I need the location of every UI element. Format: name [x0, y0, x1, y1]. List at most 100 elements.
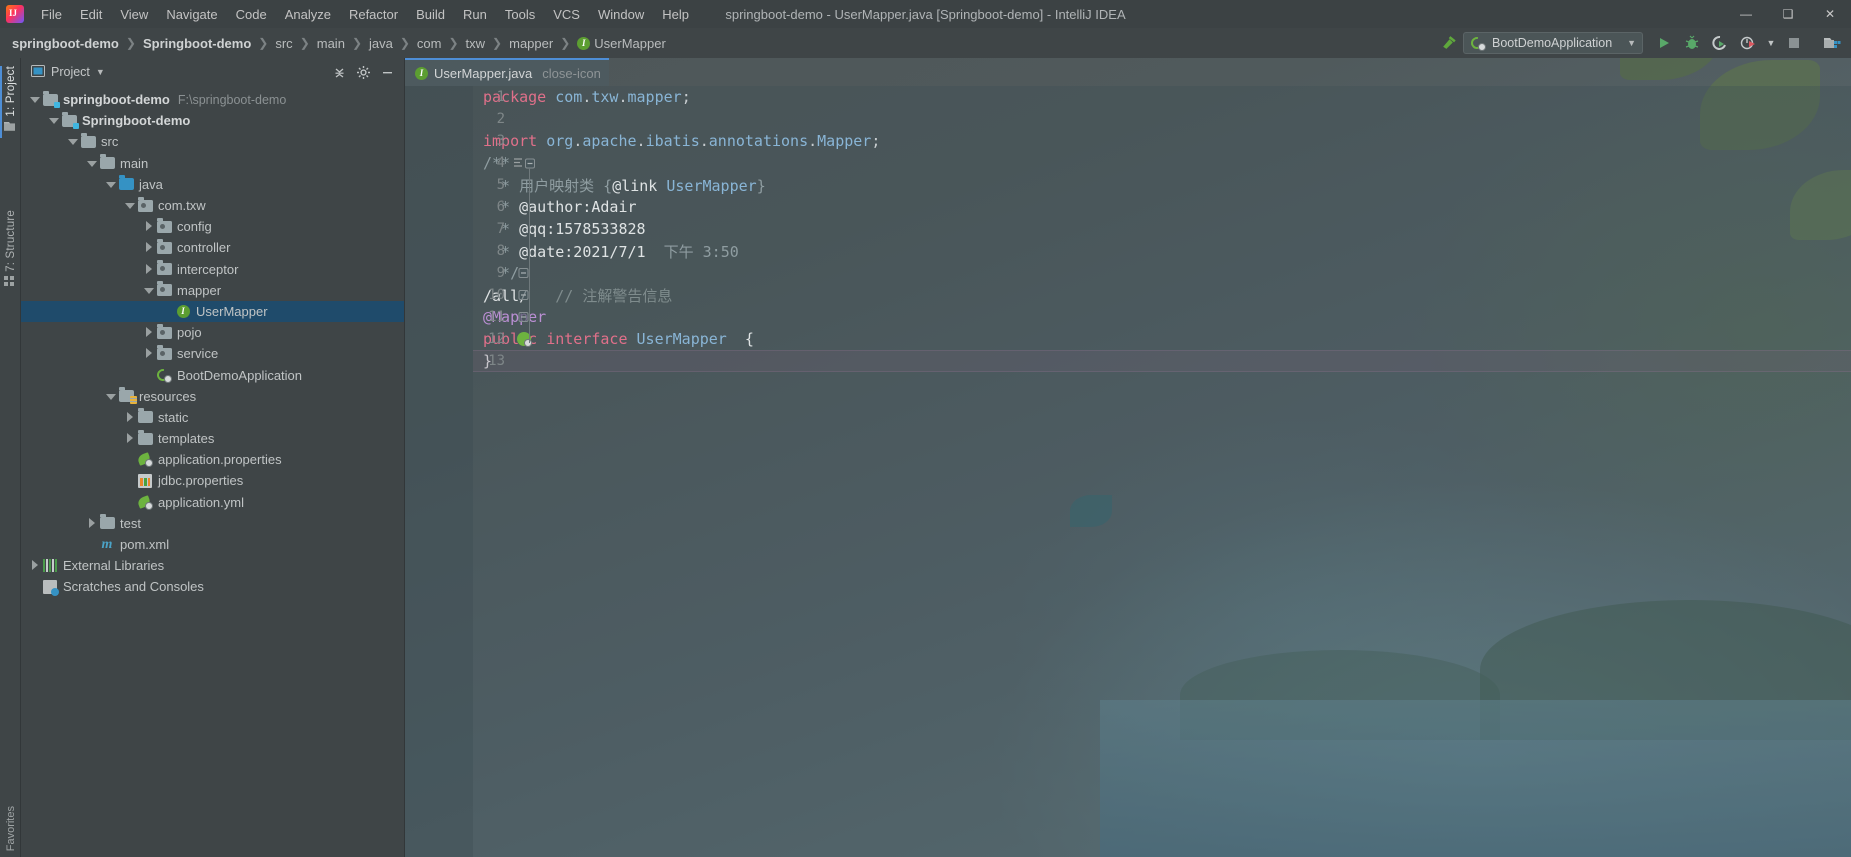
tree-item-config[interactable]: config	[21, 216, 404, 237]
code-line-4[interactable]: 4/**	[473, 152, 1851, 174]
chevron-right-icon[interactable]	[143, 263, 154, 275]
chevron-right-icon[interactable]	[143, 327, 154, 338]
tree-item-usermapper[interactable]: I UserMapper	[21, 300, 404, 323]
close-icon[interactable]: close-icon	[542, 66, 601, 81]
profiler-button[interactable]	[1735, 31, 1761, 55]
tree-item-java[interactable]: java	[21, 174, 404, 195]
code-line-3[interactable]: 3 import org.apache.ibatis.annotations.Ma…	[473, 130, 1851, 152]
settings-button[interactable]	[352, 61, 374, 83]
tree-item-jdbc-properties[interactable]: jdbc.properties	[21, 470, 404, 491]
tree-item-src[interactable]: src	[21, 131, 404, 152]
chevron-down-icon[interactable]	[124, 200, 135, 211]
menu-help[interactable]: Help	[653, 3, 698, 26]
tree-item-pom-xml[interactable]: m pom.xml	[21, 534, 404, 555]
tree-item-com-txw[interactable]: com.txw	[21, 195, 404, 216]
build-button[interactable]	[1435, 32, 1461, 54]
tree-item-static[interactable]: static	[21, 407, 404, 428]
chevron-down-icon[interactable]	[143, 285, 154, 296]
chevron-right-icon[interactable]	[143, 221, 154, 232]
menu-tools[interactable]: Tools	[496, 3, 544, 26]
tree-item-application-properties[interactable]: application.properties	[21, 449, 404, 470]
tree-item-application-yml[interactable]: application.yml	[21, 492, 404, 513]
menu-code[interactable]: Code	[227, 3, 276, 26]
tree-item-springboot-demo[interactable]: springboot-demo F:\springboot-demo	[21, 89, 404, 110]
breadcrumb-item-txw[interactable]: txw	[464, 34, 488, 53]
menu-edit[interactable]: Edit	[71, 3, 111, 26]
breadcrumb-item-module[interactable]: Springboot-demo	[141, 34, 253, 53]
tree-item-service[interactable]: service	[21, 343, 404, 364]
code-fold-marker[interactable]	[511, 284, 537, 306]
chevron-right-icon[interactable]	[124, 411, 135, 423]
menu-refactor[interactable]: Refactor	[340, 3, 407, 26]
menu-view[interactable]: View	[111, 3, 157, 26]
run-with-coverage-button[interactable]	[1707, 31, 1733, 55]
tab-usermapper-java[interactable]: I UserMapper.java close-icon	[405, 58, 609, 86]
tree-item-bootdemoapplication[interactable]: BootDemoApplication	[21, 364, 404, 385]
code-line-9[interactable]: 9 */	[473, 262, 1851, 284]
code-line-11[interactable]: 11 @Mapper	[473, 306, 1851, 328]
breadcrumb-item-main[interactable]: main	[315, 34, 347, 53]
sidebar-item-project[interactable]: 1: Project	[0, 66, 21, 135]
code-line-8[interactable]: 8 * @date:2021/7/1 下午 3:50	[473, 240, 1851, 262]
tree-item-resources[interactable]: resources	[21, 386, 404, 407]
tree-item-scratches-and-consoles[interactable]: Scratches and Consoles	[21, 576, 404, 597]
chevron-right-icon[interactable]	[143, 348, 154, 359]
chevron-right-icon[interactable]	[86, 517, 97, 529]
project-tree[interactable]: springboot-demo F:\springboot-demo Springb…	[21, 86, 404, 857]
chevron-down-icon[interactable]	[67, 136, 78, 147]
collapse-all-button[interactable]	[328, 61, 350, 83]
code-line-12[interactable]: 12 public interface UserMapper {	[473, 328, 1851, 350]
tree-item-springboot-demo[interactable]: Springboot-demo	[21, 110, 404, 131]
code-fold-marker[interactable]	[511, 306, 537, 328]
code-editor[interactable]: 1 package com.txw.mapper; 2 3 import org.ap…	[405, 86, 1851, 857]
code-line-7[interactable]: 7 * @qq:1578533828	[473, 218, 1851, 240]
chevron-down-icon[interactable]	[86, 158, 97, 169]
code-line-2[interactable]: 2	[473, 108, 1851, 130]
tree-item-external-libraries[interactable]: External Libraries	[21, 555, 404, 576]
chevron-down-icon[interactable]	[48, 115, 59, 126]
project-structure-button[interactable]	[1819, 31, 1845, 55]
code-line-6[interactable]: 6 * @author:Adair	[473, 196, 1851, 218]
breadcrumb-item-mapper[interactable]: mapper	[507, 34, 555, 53]
tree-item-pojo[interactable]: pojo	[21, 322, 404, 343]
menu-window[interactable]: Window	[589, 3, 653, 26]
menu-run[interactable]: Run	[454, 3, 496, 26]
menu-vcs[interactable]: VCS	[544, 3, 589, 26]
tree-item-interceptor[interactable]: interceptor	[21, 259, 404, 280]
menu-navigate[interactable]: Navigate	[157, 3, 226, 26]
code-line-5[interactable]: 5 * 用户映射类 {@link UserMapper}	[473, 174, 1851, 196]
code-line-10[interactable]: 10/all/ // 注解警告信息	[473, 284, 1851, 306]
chevron-right-icon[interactable]	[124, 433, 135, 444]
tree-item-main[interactable]: main	[21, 153, 404, 174]
close-button[interactable]: ✕	[1809, 0, 1851, 28]
sidebar-item-favorites[interactable]: Favorites	[0, 806, 21, 851]
tree-item-mapper[interactable]: mapper	[21, 280, 404, 301]
debug-button[interactable]	[1679, 31, 1705, 55]
menu-build[interactable]: Build	[407, 3, 454, 26]
stop-button[interactable]	[1781, 31, 1807, 55]
tree-item-templates[interactable]: templates	[21, 428, 404, 449]
profiler-dropdown[interactable]: ▼	[1763, 31, 1779, 55]
menu-file[interactable]: File	[32, 3, 71, 26]
code-line-1[interactable]: 1 package com.txw.mapper;	[473, 86, 1851, 108]
project-panel-title[interactable]: Project ▼	[31, 64, 105, 80]
maximize-button[interactable]: ❑	[1767, 0, 1809, 28]
tree-item-controller[interactable]: controller	[21, 237, 404, 258]
run-configuration-selector[interactable]: BootDemoApplication ▼	[1463, 32, 1643, 54]
chevron-right-icon[interactable]	[29, 560, 40, 571]
breadcrumb-item-project[interactable]: springboot-demo	[10, 34, 121, 53]
breadcrumb-item-java[interactable]: java	[367, 34, 395, 53]
run-gutter-icon[interactable]	[511, 328, 537, 350]
sidebar-item-structure[interactable]: 7: Structure	[0, 210, 21, 290]
breadcrumb-item-usermapper[interactable]: I UserMapper	[575, 34, 668, 53]
code-content[interactable]: 1 package com.txw.mapper; 2 3 import org.ap…	[473, 86, 1851, 857]
tree-item-test[interactable]: test	[21, 513, 404, 534]
breadcrumb-item-com[interactable]: com	[415, 34, 444, 53]
minimize-button[interactable]: —	[1725, 0, 1767, 28]
chevron-down-icon[interactable]	[105, 179, 116, 190]
code-line-13[interactable]: 13}	[473, 350, 1851, 372]
chevron-down-icon[interactable]	[29, 94, 40, 105]
editor-gutter[interactable]	[405, 86, 473, 857]
chevron-right-icon[interactable]	[143, 242, 154, 253]
code-fold-marker[interactable]	[511, 262, 537, 284]
